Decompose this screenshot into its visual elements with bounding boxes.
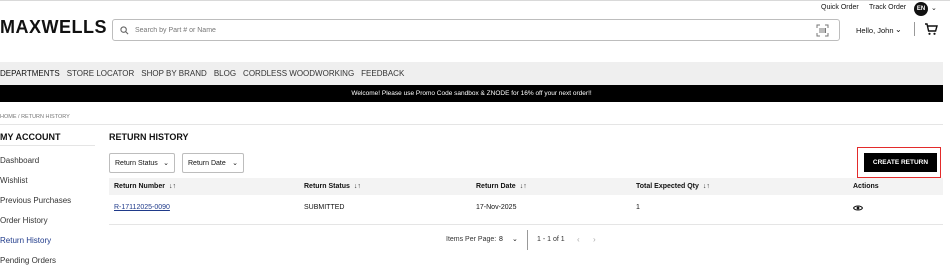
sidebar-item-return-history[interactable]: Return History — [0, 236, 51, 245]
account-greeting[interactable]: Hello, John — [856, 26, 894, 35]
eye-icon[interactable] — [853, 204, 863, 212]
section-divider — [0, 124, 943, 125]
nav-item-blog[interactable]: BLOG — [214, 69, 236, 78]
nav-item-store-locator[interactable]: STORE LOCATOR — [67, 69, 135, 78]
header-divider — [914, 22, 915, 36]
search-bar[interactable] — [112, 19, 840, 41]
breadcrumb[interactable]: HOME / RETURN HISTORY — [0, 114, 70, 120]
sidebar-divider — [0, 145, 95, 146]
column-return-number[interactable]: Return Number ↓↑ — [114, 183, 176, 190]
page-title: RETURN HISTORY — [109, 132, 189, 142]
track-order-link[interactable]: Track Order — [869, 4, 906, 11]
return-status-filter-label: Return Status — [115, 159, 158, 167]
return-status-filter[interactable]: Return Status ⌄ — [109, 153, 175, 173]
return-number-link[interactable]: R-17112025-0090 — [114, 204, 170, 211]
chevron-down-icon[interactable]: ⌄ — [931, 4, 937, 12]
logo[interactable]: MAXWELLS — [0, 17, 107, 38]
chevron-down-icon[interactable]: ⌄ — [512, 235, 518, 243]
chevron-right-icon[interactable]: › — [593, 235, 596, 244]
quick-order-link[interactable]: Quick Order — [821, 4, 859, 11]
cart-icon[interactable] — [924, 22, 938, 36]
sidebar-item-pending-orders[interactable]: Pending Orders — [0, 256, 56, 265]
nav-item-feedback[interactable]: FEEDBACK — [361, 69, 404, 78]
language-code: EN — [916, 6, 926, 12]
pager-divider — [527, 230, 528, 250]
row-divider — [109, 224, 943, 225]
top-border — [0, 0, 950, 1]
barcode-scan-icon[interactable] — [816, 24, 829, 37]
items-per-page-select[interactable]: 8 — [499, 236, 503, 243]
return-date-cell: 17-Nov-2025 — [476, 204, 517, 211]
sidebar-item-order-history[interactable]: Order History — [0, 216, 48, 225]
nav-item-departments[interactable]: DEPARTMENTS — [0, 69, 60, 78]
items-per-page-label: Items Per Page: — [446, 236, 497, 243]
chevron-down-icon: ⌄ — [163, 160, 169, 167]
chevron-left-icon[interactable]: ‹ — [577, 235, 580, 244]
page-range: 1 - 1 of 1 — [537, 236, 565, 243]
sidebar-item-previous-purchases[interactable]: Previous Purchases — [0, 196, 71, 205]
column-label: Return Number — [114, 183, 165, 190]
search-input[interactable] — [135, 26, 815, 34]
qty-cell: 1 — [636, 204, 640, 211]
sidebar-item-dashboard[interactable]: Dashboard — [0, 156, 39, 165]
return-status-cell: SUBMITTED — [304, 204, 345, 211]
sidebar-item-wishlist[interactable]: Wishlist — [0, 176, 28, 185]
column-return-status[interactable]: Return Status ↓↑ — [304, 183, 361, 190]
column-actions: Actions — [853, 183, 879, 190]
column-total-expected-qty[interactable]: Total Expected Qty ↓↑ — [636, 183, 710, 190]
main-nav: DEPARTMENTS STORE LOCATOR SHOP BY BRAND … — [0, 62, 943, 85]
return-date-filter-label: Return Date — [188, 159, 226, 167]
promo-banner: Welcome! Please use Promo Code sandbox &… — [0, 85, 943, 102]
column-label: Return Status — [304, 183, 350, 190]
sort-icon[interactable]: ↓↑ — [354, 183, 361, 190]
search-icon — [120, 25, 129, 34]
return-date-filter[interactable]: Return Date ⌄ — [182, 153, 244, 173]
chevron-down-icon: ⌄ — [232, 160, 238, 167]
sort-icon[interactable]: ↓↑ — [169, 183, 176, 190]
sort-icon[interactable]: ↓↑ — [703, 183, 710, 190]
column-return-date[interactable]: Return Date ↓↑ — [476, 183, 527, 190]
nav-item-cordless-woodworking[interactable]: CORDLESS WOODWORKING — [243, 69, 354, 78]
column-label: Total Expected Qty — [636, 183, 699, 190]
sidebar-title: MY ACCOUNT — [0, 132, 61, 142]
column-label: Return Date — [476, 183, 516, 190]
sort-icon[interactable]: ↓↑ — [520, 183, 527, 190]
nav-item-shop-by-brand[interactable]: SHOP BY BRAND — [141, 69, 207, 78]
chevron-down-icon[interactable]: ⌄ — [895, 25, 902, 34]
language-selector[interactable]: EN — [914, 2, 928, 16]
create-return-button[interactable]: CREATE RETURN — [864, 153, 937, 172]
column-label: Actions — [853, 183, 879, 190]
